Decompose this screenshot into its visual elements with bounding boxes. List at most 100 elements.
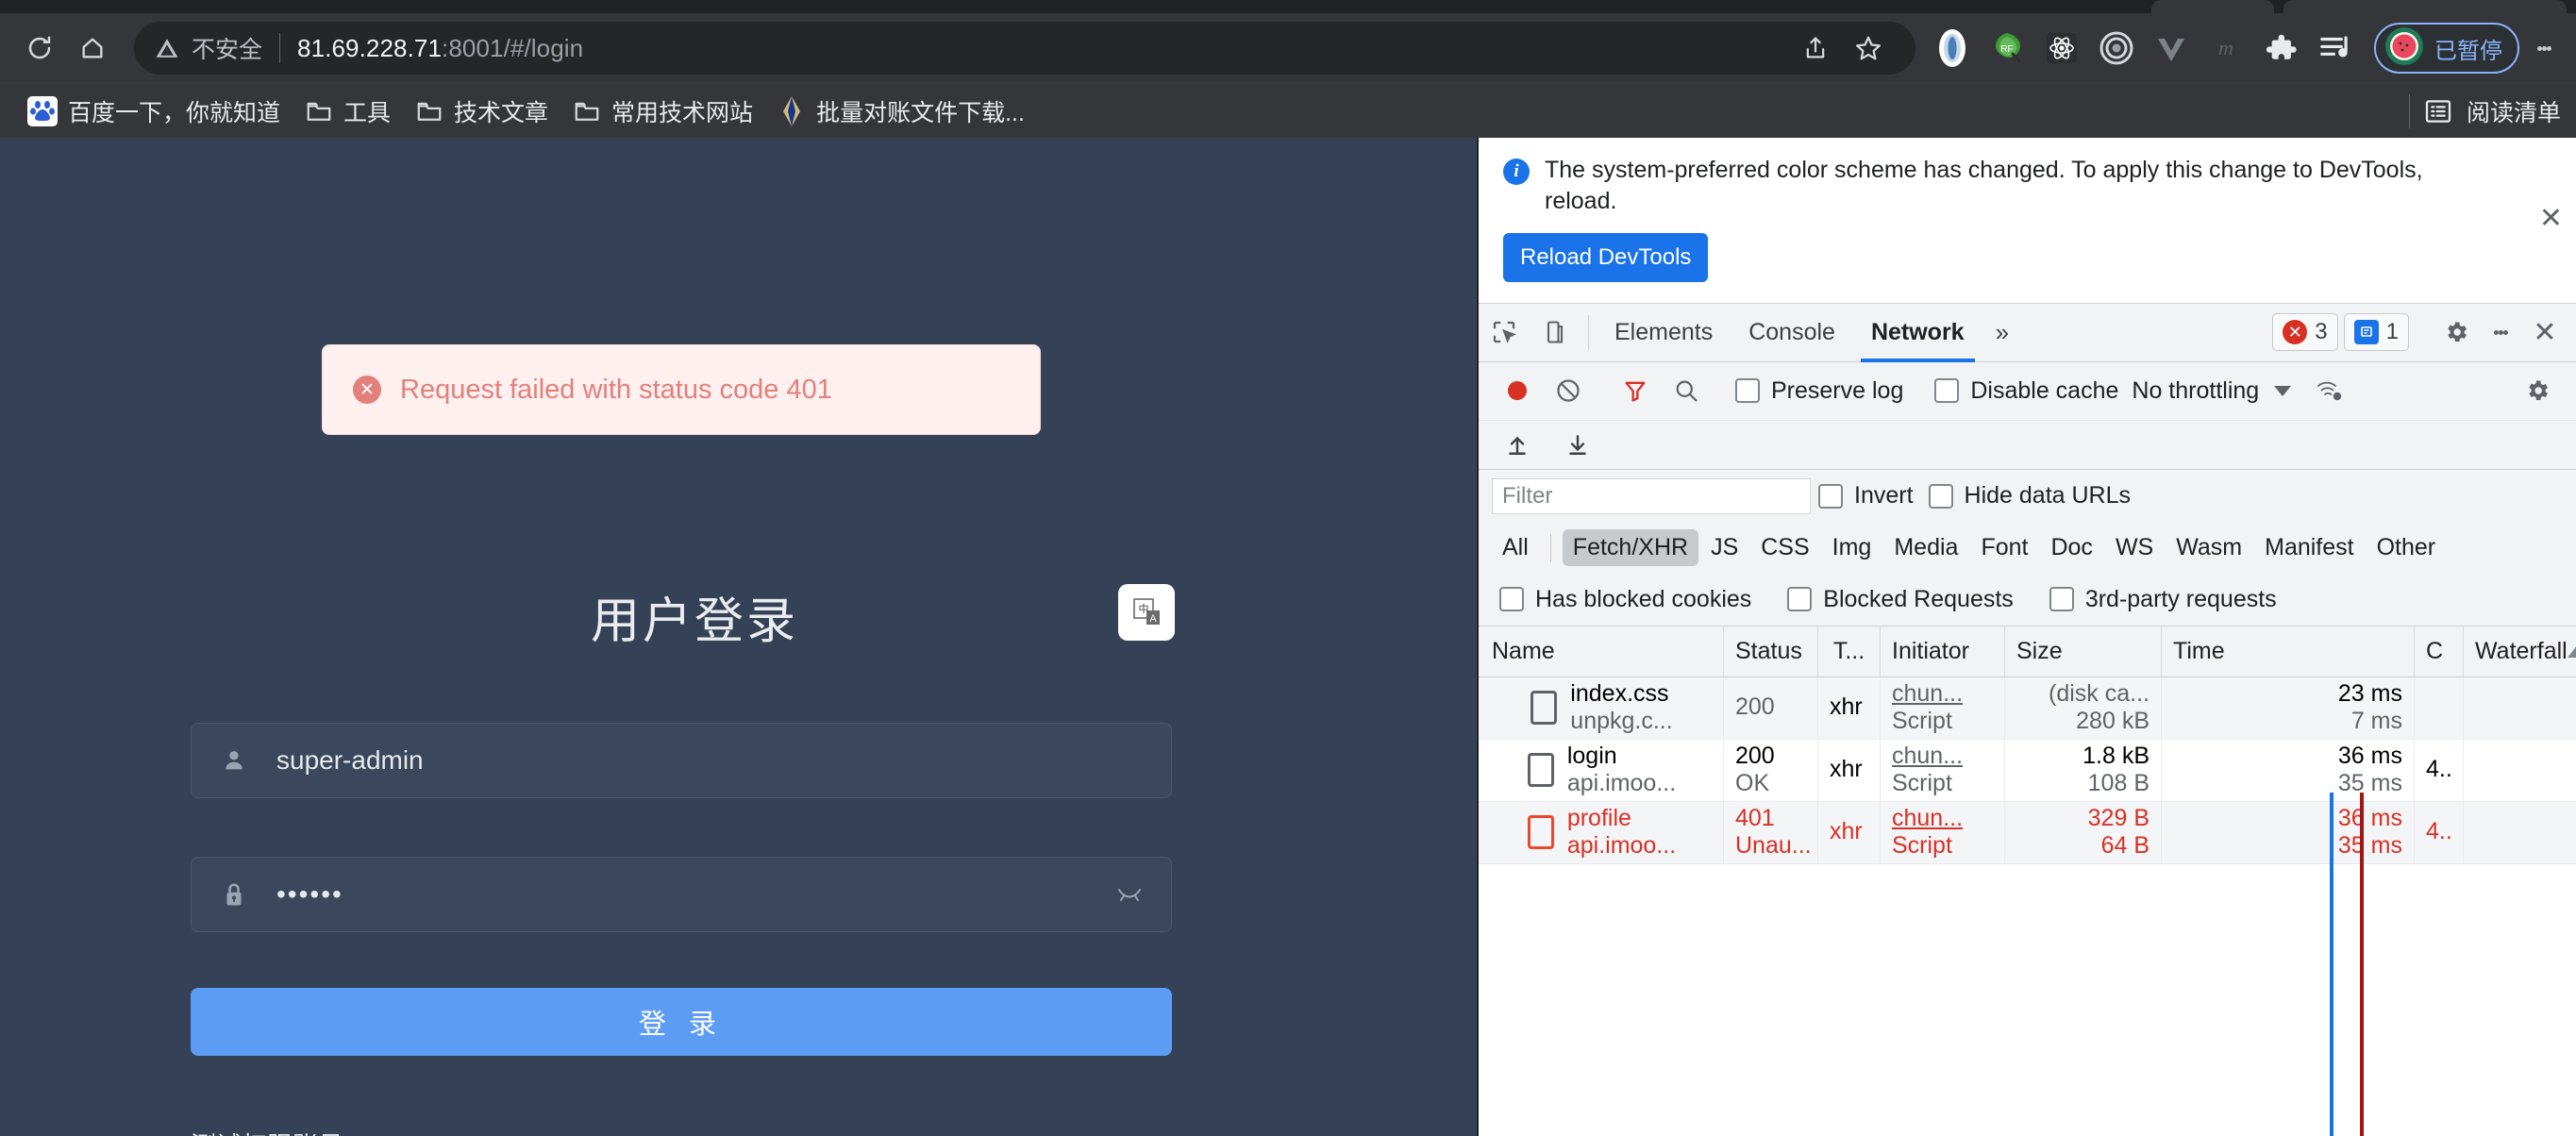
har-toolbar — [1479, 420, 2576, 470]
reload-devtools-button[interactable]: Reload DevTools — [1503, 232, 1709, 282]
tab-console[interactable]: Console — [1731, 304, 1853, 361]
target-rings-icon[interactable] — [2093, 25, 2140, 72]
type-filter-font[interactable]: Font — [1970, 529, 2038, 566]
has-blocked-cookies-checkbox[interactable]: Has blocked cookies — [1492, 586, 1759, 613]
request-initiator[interactable]: chun... — [1892, 680, 1993, 709]
gear-icon[interactable] — [2512, 377, 2563, 404]
clear-icon[interactable] — [1543, 377, 1594, 404]
browser-viewport: ✕ Request failed with status code 401 用户… — [0, 138, 2576, 1136]
playlist-icon[interactable] — [2312, 25, 2359, 72]
table-row[interactable]: login api.imoo... 200 OK xhr chun... Scr… — [1479, 739, 2576, 802]
type-filter-all[interactable]: All — [1492, 529, 1539, 566]
bookmarks-bar-right: 阅读清单 — [2408, 93, 2561, 128]
inspect-element-icon[interactable] — [1479, 304, 1530, 361]
green-leaf-extension-icon[interactable]: RF — [1983, 25, 2031, 72]
third-party-requests-checkbox[interactable]: 3rd-party requests — [2042, 586, 2284, 613]
record-button-icon[interactable] — [1492, 376, 1543, 405]
table-row[interactable]: index.css unpkg.c... 200 xhr chun... Scr… — [1479, 677, 2576, 740]
preserve-log-checkbox[interactable]: Preserve log — [1728, 377, 1911, 405]
share-icon[interactable] — [1789, 22, 1842, 75]
type-filter-doc[interactable]: Doc — [2040, 529, 2102, 566]
close-icon[interactable]: ✕ — [2519, 316, 2570, 349]
type-filter-media[interactable]: Media — [1883, 529, 1968, 566]
column-header-name[interactable]: Name — [1479, 626, 1724, 677]
bookmark-star-icon[interactable] — [1842, 22, 1895, 75]
tab-stub-active[interactable] — [2283, 0, 2567, 13]
address-bar[interactable]: 不安全 81.69.228.71:8001/#/login — [134, 22, 1915, 75]
medium-m-icon[interactable]: m — [2202, 25, 2250, 72]
username-value: super-admin — [276, 745, 424, 775]
type-filter-js[interactable]: JS — [1700, 529, 1748, 566]
message-count-badge[interactable]: 1 — [2343, 313, 2409, 351]
filter-icon[interactable] — [1610, 377, 1661, 404]
wifi-settings-icon[interactable] — [2304, 377, 2355, 404]
column-header-status[interactable]: Status — [1724, 626, 1818, 677]
more-tabs-icon[interactable]: » — [1982, 304, 2022, 361]
bookmark-folder-tools[interactable]: 工具 — [293, 91, 403, 132]
disable-cache-checkbox[interactable]: Disable cache — [1927, 377, 2126, 405]
invert-checkbox[interactable]: Invert — [1811, 482, 1921, 510]
column-header-type[interactable]: T... — [1818, 626, 1881, 677]
error-count-badge[interactable]: ✕ 3 — [2272, 313, 2338, 351]
kebab-menu-icon[interactable] — [2525, 22, 2563, 75]
username-field[interactable]: super-admin — [191, 723, 1172, 798]
vue-devtools-icon[interactable] — [2148, 25, 2195, 72]
search-icon[interactable] — [1661, 377, 1712, 404]
reload-icon[interactable] — [13, 22, 66, 75]
type-filter-wasm[interactable]: Wasm — [2166, 529, 2252, 566]
tab-stub[interactable] — [2151, 0, 2274, 13]
hide-data-urls-checkbox[interactable]: Hide data URLs — [1921, 482, 2138, 510]
type-filter-fetchxhr[interactable]: Fetch/XHR — [1562, 529, 1699, 566]
omnibox-divider — [279, 33, 281, 63]
document-icon — [1527, 753, 1554, 787]
checkbox-box — [2049, 587, 2074, 611]
request-connection: 4.. — [2426, 818, 2452, 845]
bookmark-baidu[interactable]: 百度一下，你就知道 — [15, 91, 293, 132]
blocked-requests-checkbox[interactable]: Blocked Requests — [1780, 586, 2021, 613]
eye-off-icon[interactable] — [1114, 882, 1145, 907]
type-filter-other[interactable]: Other — [2367, 529, 2447, 566]
type-filter-img[interactable]: Img — [1822, 529, 1882, 566]
request-domain: api.imoo... — [1566, 832, 1677, 859]
upload-arrow-icon[interactable] — [1492, 432, 1543, 457]
filter-input[interactable]: Filter — [1492, 477, 1811, 514]
type-filter-manifest[interactable]: Manifest — [2254, 529, 2364, 566]
tab-network[interactable]: Network — [1853, 304, 1982, 362]
request-name: profile — [1566, 804, 1631, 831]
type-filter-ws[interactable]: WS — [2105, 529, 2164, 566]
reading-list-icon[interactable] — [2423, 96, 2453, 126]
request-initiator[interactable]: chun... — [1892, 743, 1993, 771]
login-submit-button[interactable]: 登 录 — [191, 988, 1172, 1056]
throttling-select[interactable]: No throttling — [2132, 377, 2259, 405]
home-icon[interactable] — [66, 22, 119, 75]
sort-ascending-icon[interactable] — [2567, 644, 2576, 658]
react-devtools-icon[interactable] — [2038, 25, 2085, 72]
translate-icon[interactable]: 中 A — [1118, 584, 1175, 641]
gear-icon[interactable] — [2431, 319, 2482, 345]
device-toolbar-icon[interactable] — [1530, 304, 1581, 361]
chevron-down-icon[interactable] — [2274, 385, 2292, 396]
profile-pill[interactable]: 已暂停 — [2374, 23, 2519, 74]
request-initiator[interactable]: chun... — [1892, 805, 1993, 833]
column-header-time[interactable]: Time — [2162, 626, 2415, 677]
bookmark-batch-download[interactable]: 批量对账文件下载... — [765, 91, 1037, 132]
row-initiator-cell: chun... Script — [1881, 739, 2005, 801]
download-arrow-icon[interactable] — [1552, 432, 1603, 457]
kebab-menu-icon[interactable] — [2482, 306, 2519, 359]
tab-elements[interactable]: Elements — [1597, 304, 1731, 361]
column-header-size[interactable]: Size — [2005, 626, 2162, 677]
type-filter-css[interactable]: CSS — [1750, 529, 1819, 566]
column-header-initiator[interactable]: Initiator — [1881, 626, 2005, 677]
table-row[interactable]: profile api.imoo... 401 Unau... xhr chun… — [1479, 801, 2576, 864]
error-alert: ✕ Request failed with status code 401 — [322, 344, 1041, 435]
password-field[interactable]: •••••• — [191, 857, 1172, 932]
puzzle-extensions-icon[interactable] — [2257, 25, 2304, 72]
column-header-waterfall[interactable]: Waterfall — [2464, 626, 2576, 677]
bookmark-folder-articles[interactable]: 技术文章 — [403, 91, 560, 132]
column-header-c[interactable]: C — [2415, 626, 2464, 677]
bookmark-folder-sites[interactable]: 常用技术网站 — [560, 91, 765, 132]
close-icon[interactable]: ✕ — [2539, 202, 2563, 235]
row-type-cell: xhr — [1818, 739, 1881, 801]
eye-extension-icon[interactable] — [1929, 25, 1976, 72]
request-status-text: Unau... — [1735, 832, 1812, 859]
